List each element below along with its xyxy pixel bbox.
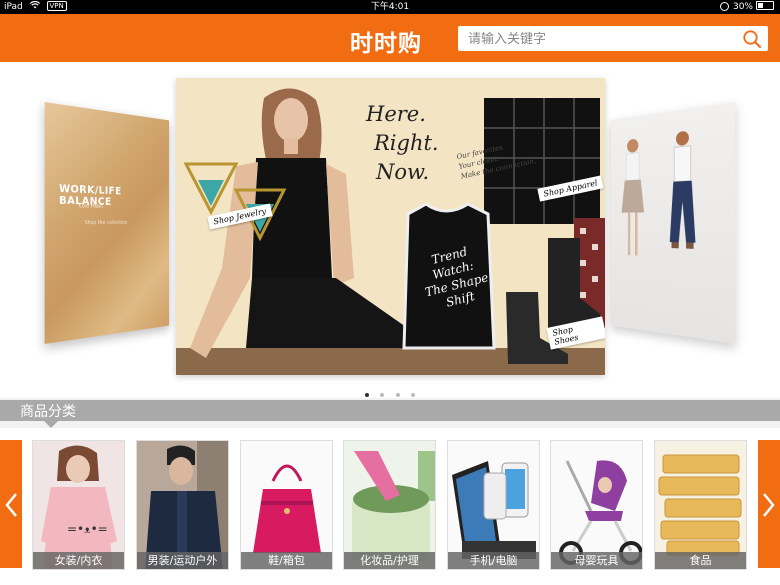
pagination-dot[interactable]: [396, 393, 400, 397]
category-tile-food[interactable]: 食品: [654, 440, 747, 570]
pagination-dot[interactable]: [365, 393, 369, 397]
pagination-dot[interactable]: [411, 393, 415, 397]
banner-next-slide[interactable]: [611, 102, 735, 344]
chevron-left-icon: [4, 492, 18, 518]
womens-clothing-icon: =•ᴥ•=: [33, 441, 125, 570]
status-time: 下午4:01: [0, 0, 780, 14]
svg-text:=•ᴥ•=: =•ᴥ•=: [67, 522, 108, 536]
banner-carousel[interactable]: WORK/LIFE BALANCE Cole Haan Shop the col…: [0, 62, 780, 398]
food-icon: [655, 441, 747, 570]
headline-line-2: Right.: [374, 129, 439, 158]
category-label: 男装/运动户外: [137, 552, 228, 569]
pagination-dot[interactable]: [380, 393, 384, 397]
category-label: 化妆品/护理: [344, 552, 435, 569]
phone-icon: [448, 441, 540, 570]
category-tile-electronics[interactable]: 手机/电脑: [447, 440, 540, 570]
search-icon[interactable]: [742, 29, 762, 49]
app-header: 时时购: [0, 14, 780, 62]
mens-clothing-icon: [137, 441, 229, 570]
section-pointer: [44, 421, 58, 428]
app-title: 时时购: [350, 24, 450, 58]
slide-title: WORK/LIFE BALANCE: [59, 183, 169, 209]
category-tile-womens[interactable]: =•ᴥ•= 女装/内衣: [32, 440, 125, 570]
battery-percent: 30%: [733, 2, 753, 12]
cosmetics-icon: [344, 441, 436, 570]
orientation-lock-icon: [720, 2, 729, 11]
category-strip: =•ᴥ•= 女装/内衣 男装/运动户外 鞋/箱包 化妆品/护理 手机/电脑 母婴…: [0, 428, 780, 585]
category-prev-button[interactable]: [0, 440, 22, 568]
slide-cta: Shop the collection: [85, 220, 128, 226]
category-label: 女装/内衣: [33, 552, 124, 569]
category-section-header: 商品分类: [0, 400, 780, 421]
battery-icon: [756, 1, 774, 10]
status-right: 30%: [720, 0, 774, 14]
search-input[interactable]: [466, 29, 740, 49]
handbag-icon: [241, 441, 333, 570]
models-image: [611, 102, 735, 344]
status-bar: iPad VPN 下午4:01 30%: [0, 0, 780, 14]
chevron-right-icon: [762, 492, 776, 518]
category-label: 鞋/箱包: [241, 552, 332, 569]
section-title: 商品分类: [20, 401, 76, 421]
banner-headline: Here. Right. Now.: [366, 100, 439, 187]
category-label: 食品: [655, 552, 746, 569]
slide-subtitle: Cole Haan: [79, 203, 103, 210]
category-label: 手机/电脑: [448, 552, 539, 569]
banner-prev-slide[interactable]: WORK/LIFE BALANCE Cole Haan Shop the col…: [45, 102, 169, 344]
carousel-pagination: [0, 382, 780, 401]
search-box[interactable]: [458, 26, 768, 51]
category-next-button[interactable]: [758, 440, 780, 568]
headline-line-1: Here.: [366, 100, 439, 129]
banner-main-slide[interactable]: Here. Right. Now. Our favorites. Your cl…: [176, 78, 605, 375]
headline-line-3: Now.: [376, 158, 439, 187]
category-label: 母婴玩具: [551, 552, 642, 569]
category-tile-mens[interactable]: 男装/运动户外: [136, 440, 229, 570]
category-tile-bags[interactable]: 鞋/箱包: [240, 440, 333, 570]
category-tile-baby[interactable]: 母婴玩具: [550, 440, 643, 570]
stroller-icon: [551, 441, 643, 570]
category-tile-cosmetics[interactable]: 化妆品/护理: [343, 440, 436, 570]
